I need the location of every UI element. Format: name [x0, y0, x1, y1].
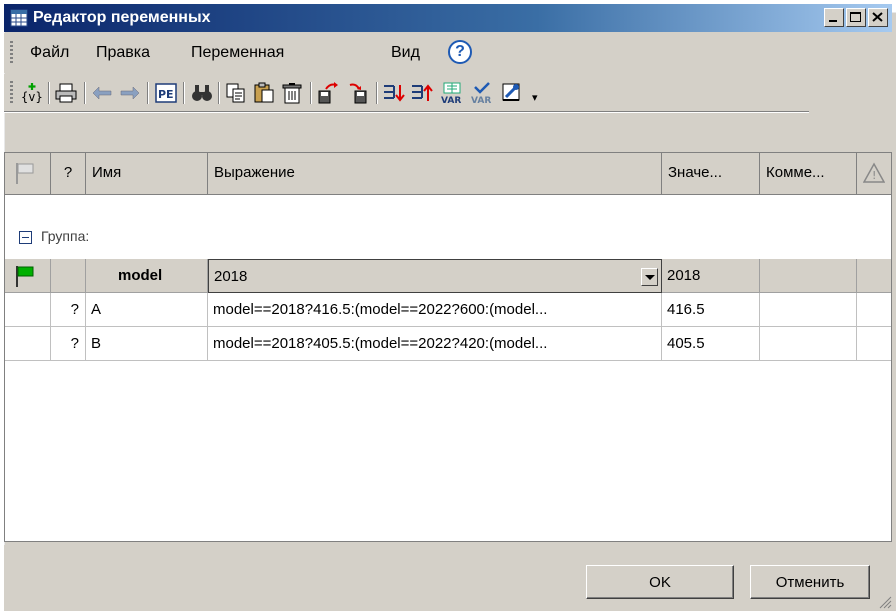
window-title: Редактор переменных — [33, 9, 211, 26]
resize-grip-icon[interactable] — [876, 593, 892, 609]
copy-icon[interactable] — [224, 81, 248, 105]
help-icon[interactable]: ? — [448, 40, 472, 64]
table-row[interactable]: ? A model==2018?416.5:(model==2022?600:(… — [5, 293, 891, 327]
table-row[interactable]: ? B model==2018?405.5:(model==2022?420:(… — [5, 327, 891, 361]
menu-grip[interactable] — [10, 41, 13, 65]
column-header-question[interactable]: ? — [51, 153, 86, 195]
close-button[interactable] — [868, 8, 888, 27]
group-label: Группа: — [41, 228, 90, 244]
collapse-icon[interactable] — [19, 231, 32, 244]
menu-edit[interactable]: Правка — [96, 43, 150, 63]
delete-icon[interactable] — [280, 81, 304, 105]
row-expression-combobox[interactable]: 2018 — [208, 259, 662, 293]
flag-icon — [16, 163, 34, 184]
redo-icon[interactable] — [118, 81, 142, 105]
cancel-button[interactable]: Отменить — [750, 565, 870, 599]
row-comment-cell[interactable] — [760, 259, 857, 293]
row-comment-cell[interactable] — [760, 327, 857, 361]
row-comment-cell[interactable] — [760, 293, 857, 327]
menu-file[interactable]: Файл — [30, 43, 69, 63]
close-icon — [872, 12, 883, 22]
undo-icon[interactable] — [90, 81, 114, 105]
row-flag-cell[interactable] — [5, 327, 51, 361]
menu-variable[interactable]: Переменная — [191, 43, 284, 63]
row-expression-cell[interactable]: model==2018?416.5:(model==2022?600:(mode… — [208, 293, 662, 327]
row-name-cell[interactable]: A — [86, 293, 208, 327]
find-icon[interactable] — [190, 81, 214, 105]
row-name-cell[interactable]: model — [86, 259, 208, 293]
settings-icon[interactable] — [500, 81, 524, 105]
toolbar-separator — [48, 82, 50, 104]
row-value-cell: 405.5 — [662, 327, 760, 361]
row-warning-cell — [857, 259, 891, 293]
move-up-icon[interactable] — [410, 81, 434, 105]
svg-text:!: ! — [872, 169, 876, 182]
row-flag-cell[interactable] — [5, 293, 51, 327]
dropdown-arrow-icon[interactable] — [641, 268, 658, 286]
new-variable-icon[interactable]: {v} — [20, 81, 44, 105]
ok-button[interactable]: OK — [586, 565, 734, 599]
column-header-value[interactable]: Значе... — [662, 153, 760, 195]
toolbar-separator — [218, 82, 220, 104]
row-warning-cell — [857, 327, 891, 361]
column-header-name[interactable]: Имя — [86, 153, 208, 195]
svg-text:PE: PE — [158, 88, 174, 101]
row-value-cell: 416.5 — [662, 293, 760, 327]
minimize-icon — [829, 20, 837, 22]
variables-grid: ? Имя Выражение Значе... Комме... ! Груп… — [4, 152, 892, 542]
new-var-icon[interactable]: VAR — [440, 81, 464, 105]
warning-icon: ! — [862, 162, 886, 183]
toolbar-separator — [84, 82, 86, 104]
app-table-icon — [10, 9, 28, 27]
toolbar-separator — [147, 82, 149, 104]
row-name-cell[interactable]: B — [86, 327, 208, 361]
row-expression-cell[interactable]: model==2018?405.5:(model==2022?420:(mode… — [208, 327, 662, 361]
row-warning-cell — [857, 293, 891, 327]
toolbar-separator — [376, 82, 378, 104]
menu-view[interactable]: Вид — [391, 43, 420, 63]
grid-header: ? Имя Выражение Значе... Комме... ! — [5, 153, 891, 195]
print-icon[interactable] — [54, 81, 78, 105]
row-question-cell: ? — [51, 327, 86, 361]
svg-text:VAR: VAR — [471, 96, 491, 105]
svg-text:VAR: VAR — [441, 96, 461, 105]
maximize-button[interactable] — [846, 8, 866, 27]
dialog-footer: OK Отменить — [4, 545, 892, 611]
toolbar-grip[interactable] — [10, 81, 13, 105]
menu-bar: Файл Правка Переменная Вид ? — [4, 33, 892, 73]
row-flag-cell[interactable] — [5, 259, 51, 293]
paste-icon[interactable] — [252, 81, 276, 105]
column-header-warning[interactable]: ! — [857, 153, 891, 195]
row-question-cell: ? — [51, 293, 86, 327]
expression-value: 2018 — [214, 268, 248, 285]
column-header-comment[interactable]: Комме... — [760, 153, 857, 195]
row-value-cell: 2018 — [662, 259, 760, 293]
table-row[interactable]: model 2018 2018 — [5, 259, 891, 293]
toolbar-overflow-icon[interactable]: ▾ — [532, 91, 538, 104]
import-icon[interactable] — [316, 81, 340, 105]
green-flag-icon — [16, 266, 34, 287]
title-bar[interactable]: Редактор переменных — [4, 4, 892, 32]
column-header-expression[interactable]: Выражение — [208, 153, 662, 195]
minimize-button[interactable] — [824, 8, 844, 27]
export-icon[interactable] — [346, 81, 370, 105]
toolbar-separator — [183, 82, 185, 104]
row-question-cell — [51, 259, 86, 293]
svg-text:{v}: {v} — [21, 90, 43, 104]
check-var-icon[interactable]: VAR — [470, 81, 494, 105]
properties-icon[interactable]: PE — [154, 81, 178, 105]
maximize-icon — [850, 12, 861, 22]
move-down-icon[interactable] — [382, 81, 406, 105]
toolbar: {v} PE VAR VAR ▾ — [4, 74, 809, 113]
column-header-flag[interactable] — [5, 153, 51, 195]
toolbar-separator — [310, 82, 312, 104]
